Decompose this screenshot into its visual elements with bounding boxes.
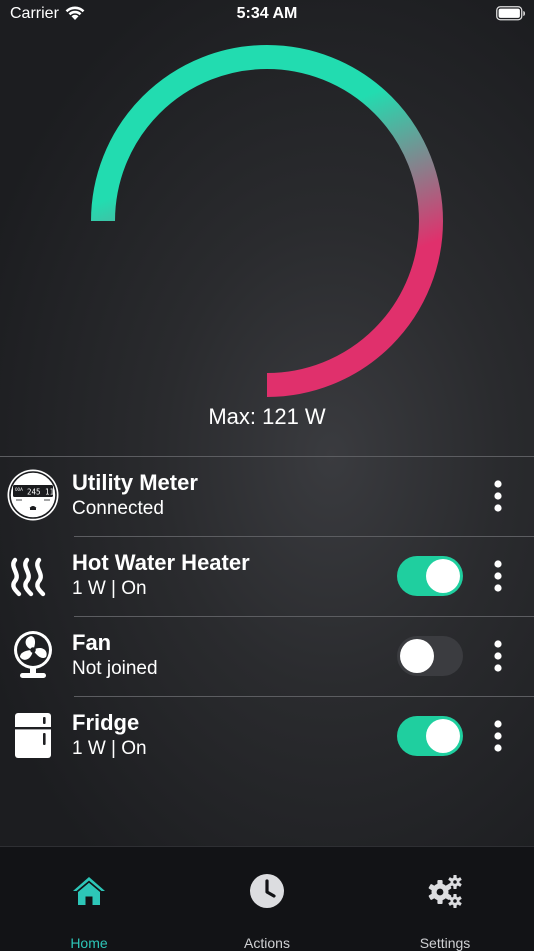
gears-icon — [428, 875, 462, 908]
power-gauge — [91, 45, 443, 397]
tab-label: Home — [70, 935, 108, 951]
device-name: Utility Meter — [72, 470, 198, 495]
device-name: Fridge — [72, 710, 140, 735]
power-toggle[interactable] — [397, 716, 463, 756]
device-status: 1 W | On — [72, 578, 147, 599]
toggle-knob — [400, 639, 434, 673]
device-name: Fan — [72, 630, 112, 655]
tab-actions[interactable]: Actions — [187, 847, 347, 951]
fan-icon — [14, 631, 52, 678]
power-toggle[interactable] — [397, 636, 463, 676]
device-row-fridge[interactable]: Fridge 1 W | On — [0, 696, 534, 776]
more-options-icon[interactable] — [486, 718, 510, 754]
meter-reading: 245 11 — [27, 488, 54, 497]
clock: 5:34 AM — [236, 5, 298, 22]
tab-bar: Home Actions Settings — [0, 846, 534, 951]
device-status: Connected — [72, 498, 164, 519]
device-row-hot-water-heater[interactable]: Hot Water Heater 1 W | On — [0, 536, 534, 616]
more-options-icon[interactable] — [486, 558, 510, 594]
heat-waves-icon — [11, 557, 46, 597]
status-bar: Carrier 5:34 AM — [0, 0, 534, 30]
tab-home[interactable]: Home — [9, 847, 169, 951]
device-status: Not joined — [72, 658, 158, 679]
tab-label: Settings — [419, 935, 471, 951]
meter-small-text: 00A — [15, 487, 23, 492]
gauge-arc — [91, 45, 443, 397]
fridge-icon — [15, 713, 51, 758]
utility-meter-icon: 00A 245 11 — [7, 469, 59, 521]
max-power-label: Max: 121 W — [208, 404, 326, 429]
battery-icon — [496, 6, 525, 21]
power-toggle[interactable] — [397, 556, 463, 596]
tab-settings[interactable]: Settings — [365, 847, 525, 951]
more-options-icon[interactable] — [486, 638, 510, 674]
home-icon — [73, 877, 105, 905]
device-status: 1 W | On — [72, 738, 147, 759]
device-name: Hot Water Heater — [72, 550, 250, 575]
more-options-icon[interactable] — [486, 478, 510, 514]
tab-label: Actions — [244, 935, 290, 951]
toggle-knob — [426, 559, 460, 593]
toggle-knob — [426, 719, 460, 753]
device-row-fan[interactable]: Fan Not joined — [0, 616, 534, 696]
clock-icon — [250, 874, 284, 908]
device-row-utility-meter[interactable]: 00A 245 11 Utility Meter Connected — [0, 456, 534, 536]
